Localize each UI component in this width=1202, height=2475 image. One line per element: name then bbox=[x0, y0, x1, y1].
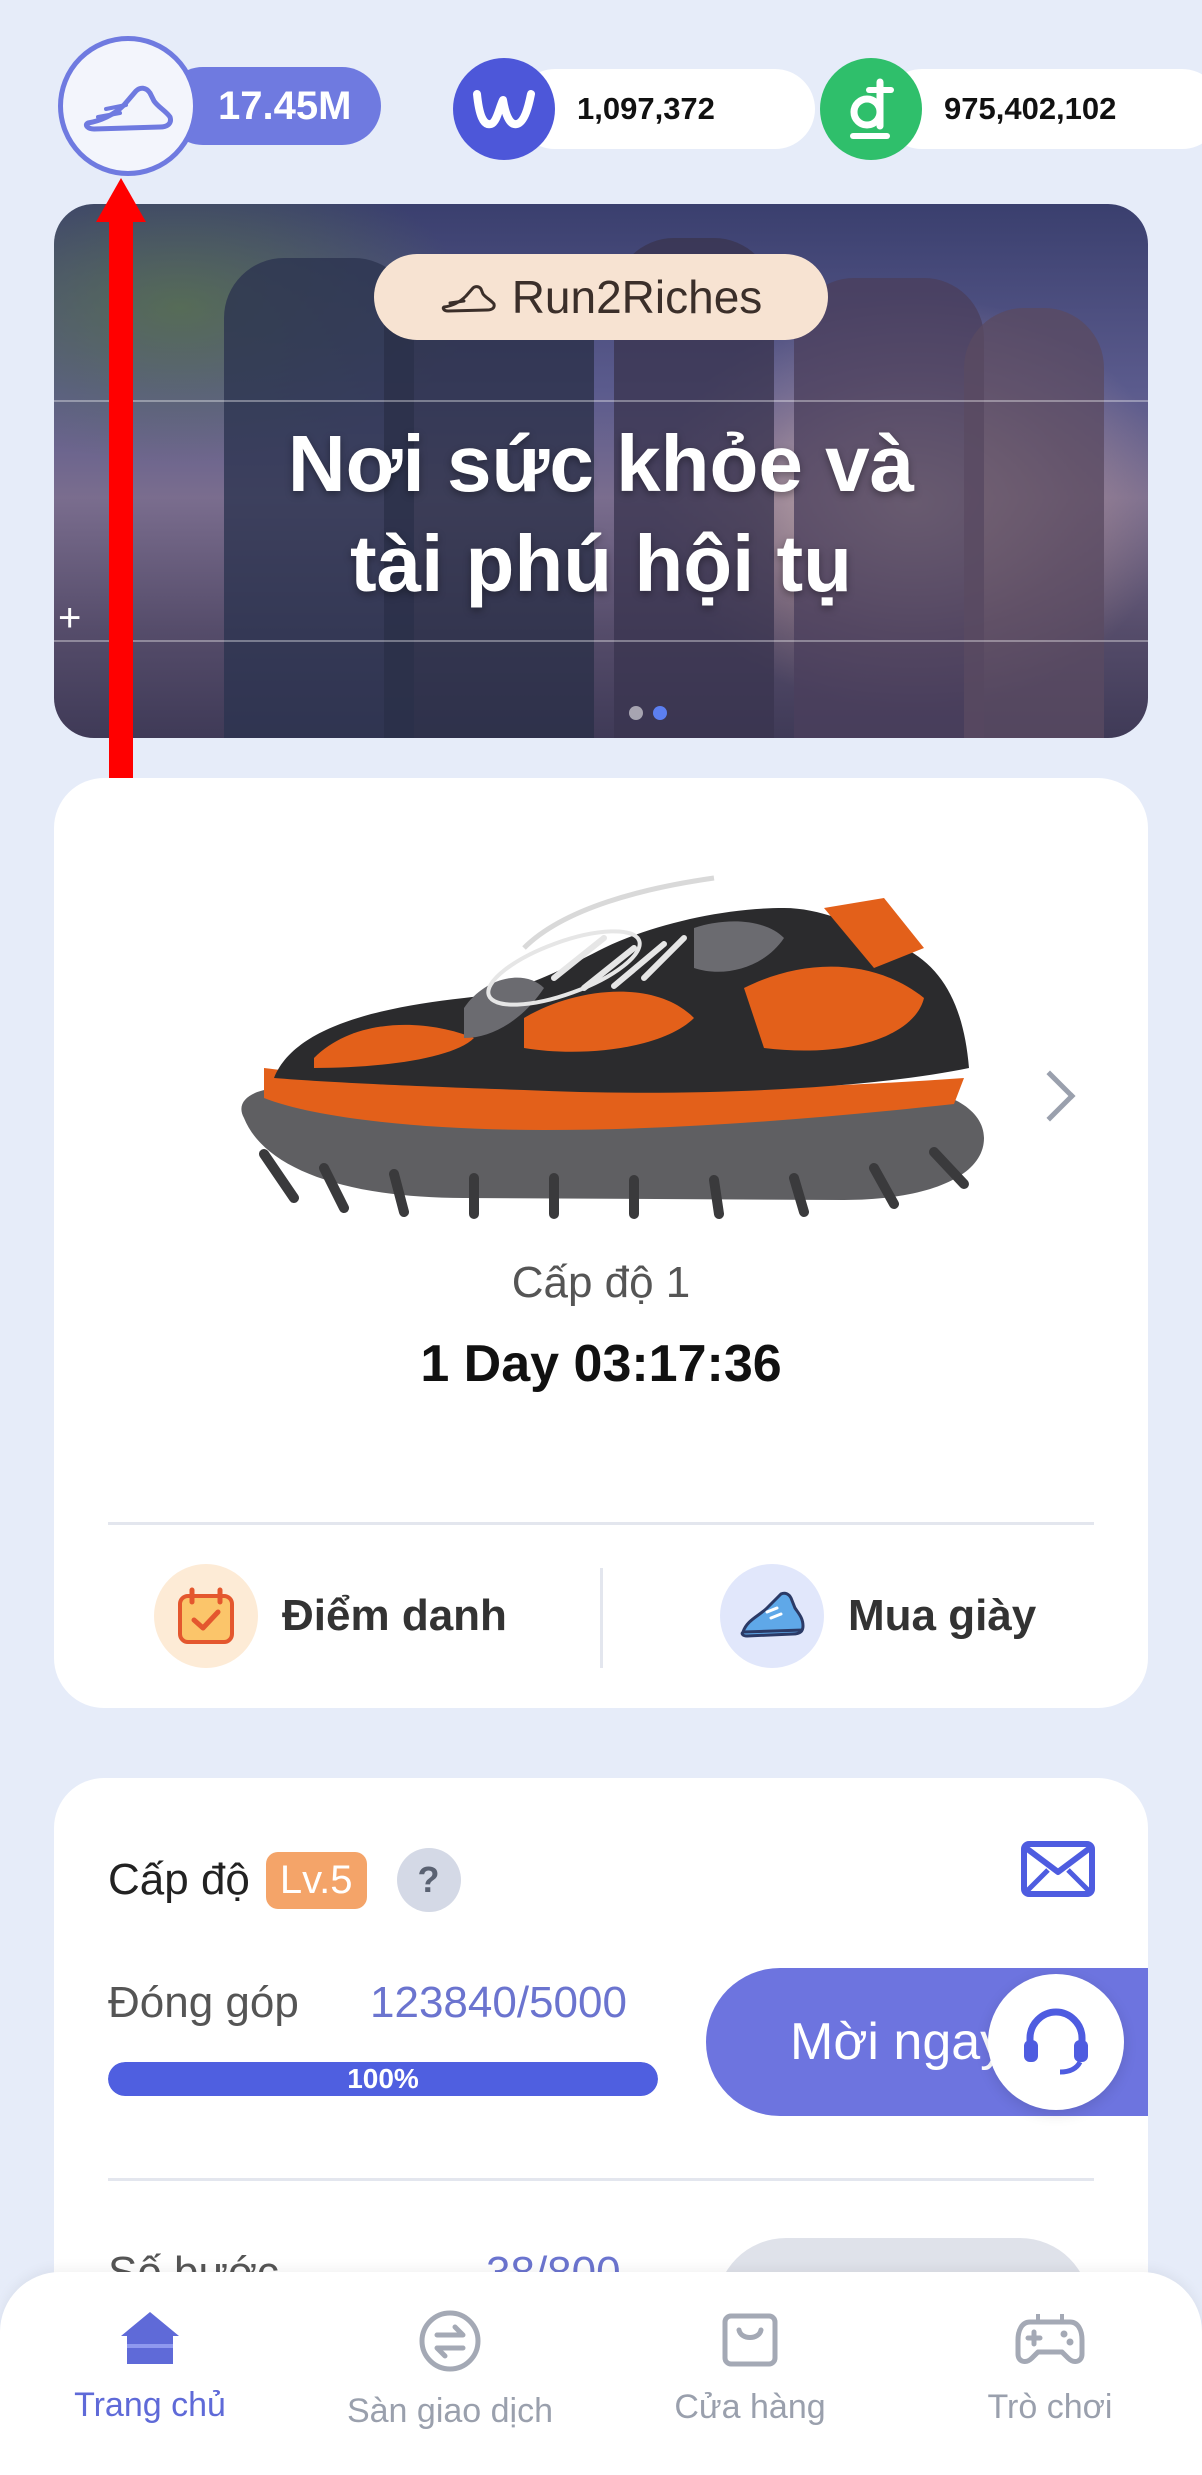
support-button[interactable] bbox=[988, 1974, 1124, 2110]
shoe-balance-stat[interactable]: 17.45M bbox=[58, 36, 382, 176]
dong-coin-icon bbox=[820, 58, 922, 160]
brand-chip: Run2Riches bbox=[374, 254, 828, 340]
headline-line-1: Nơi sức khỏe và bbox=[287, 419, 915, 508]
headline-line-2: tài phú hội tụ bbox=[349, 519, 853, 608]
nav-shop[interactable]: Cửa hàng bbox=[630, 2308, 870, 2427]
invite-label: Mời ngay bbox=[790, 2013, 1007, 2071]
sparkle-icon: + bbox=[58, 596, 82, 640]
divider bbox=[108, 1522, 1094, 1525]
checkin-label: Điểm danh bbox=[282, 1591, 507, 1640]
w-balance-stat[interactable]: 1,097,372 bbox=[453, 58, 815, 160]
shoe-timer: 1 Day 03:17:36 bbox=[420, 1335, 782, 1393]
sneaker-image[interactable] bbox=[224, 868, 1024, 1228]
home-icon bbox=[121, 2312, 179, 2364]
annotation-arrow bbox=[109, 212, 133, 796]
running-shoe-icon[interactable] bbox=[58, 36, 198, 176]
w-balance-value: 1,097,372 bbox=[515, 69, 815, 149]
gamepad-icon bbox=[1015, 2314, 1085, 2364]
contribution-progress: 100% bbox=[108, 2062, 658, 2096]
brand-name: Run2Riches bbox=[511, 271, 763, 323]
contribution-value: 123840/5000 bbox=[370, 1978, 627, 2027]
promo-banner[interactable]: Run2Riches Nơi sức khỏe và tài phú hội t… bbox=[54, 204, 1148, 738]
shopping-bag-icon bbox=[722, 2313, 778, 2367]
nav-shop-label: Cửa hàng bbox=[674, 2388, 826, 2426]
exchange-icon bbox=[419, 2310, 481, 2372]
checkin-button[interactable]: Điểm danh bbox=[154, 1564, 507, 1668]
level-row: Cấp độ Lv.5 ? bbox=[108, 1848, 461, 1912]
divider bbox=[108, 2178, 1094, 2181]
shoe-level: Cấp độ 1 bbox=[511, 1258, 691, 1307]
contribution-label: Đóng góp bbox=[108, 1978, 299, 2027]
progress-percent: 100% bbox=[347, 2063, 419, 2094]
d-balance-stat[interactable]: 975,402,102 bbox=[820, 58, 1202, 160]
buy-shoes-button[interactable]: Mua giày bbox=[720, 1564, 1036, 1668]
nav-games[interactable]: Trò chơi bbox=[930, 2308, 1170, 2427]
bottom-navigation: Trang chủ Sàn giao dịch Cửa hàng Trò chơ… bbox=[0, 2272, 1202, 2475]
carousel-dots[interactable] bbox=[629, 706, 667, 720]
level-badge: Lv.5 bbox=[265, 1851, 367, 1909]
mail-icon[interactable] bbox=[1020, 1840, 1096, 1903]
carousel-dot[interactable] bbox=[629, 706, 643, 720]
calendar-check-icon bbox=[154, 1564, 258, 1668]
nav-home-label: Trang chủ bbox=[74, 2386, 226, 2424]
level-title: Cấp độ bbox=[108, 1855, 250, 1904]
help-button[interactable]: ? bbox=[396, 1848, 461, 1912]
nav-home[interactable]: Trang chủ bbox=[30, 2308, 270, 2425]
w-coin-icon bbox=[453, 58, 555, 160]
carousel-dot-active[interactable] bbox=[653, 706, 667, 720]
nav-market[interactable]: Sàn giao dịch bbox=[330, 2308, 570, 2431]
running-shoe-icon bbox=[441, 285, 496, 313]
headset-icon bbox=[1024, 2008, 1088, 2075]
sneaker-icon bbox=[720, 1564, 824, 1668]
shoe-card: Cấp độ 1 1 Day 03:17:36 Điểm danh Mua gi… bbox=[54, 778, 1148, 1708]
d-balance-value: 975,402,102 bbox=[882, 69, 1202, 149]
divider bbox=[600, 1568, 603, 1668]
banner-headline: Nơi sức khỏe và tài phú hội tụ bbox=[54, 414, 1148, 614]
buy-label: Mua giày bbox=[848, 1591, 1037, 1640]
nav-market-label: Sàn giao dịch bbox=[346, 2392, 554, 2430]
nav-games-label: Trò chơi bbox=[987, 2388, 1113, 2426]
chevron-right-icon[interactable] bbox=[1024, 1070, 1076, 1122]
top-stats-bar: 17.45M 1,097,372 975,402,102 bbox=[0, 0, 1202, 200]
